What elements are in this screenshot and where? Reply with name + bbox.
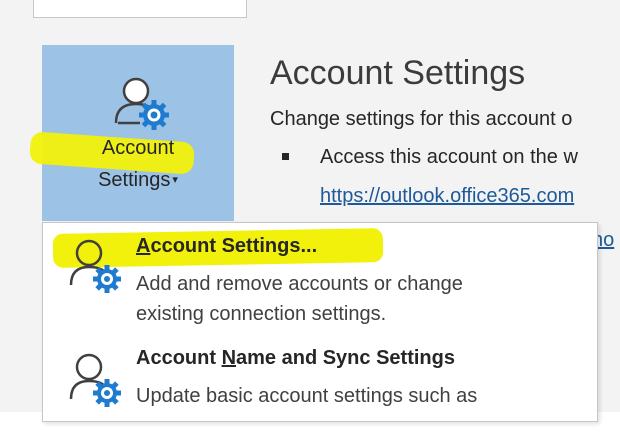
mnemonic-letter: A — [136, 235, 151, 257]
account-settings-button[interactable]: Account Settings ▾ — [29, 45, 234, 221]
account-settings-button-label-text: Settings — [98, 169, 171, 191]
account-settings-heading: Account Settings — [270, 54, 526, 92]
menu-item-title-text: ccount Settings... — [150, 235, 318, 257]
person-gear-icon — [69, 353, 121, 407]
menu-item-description-line1: Add and remove accounts or change — [136, 273, 463, 295]
outlook-web-link[interactable]: https://outlook.office365.com — [320, 185, 574, 208]
menu-item-title: Account Name and Sync Settings — [136, 347, 455, 370]
menu-item-title-text: ame and Sync Settings — [236, 347, 455, 369]
top-panel-edge — [33, 0, 247, 18]
access-account-text: Access this account on the w — [320, 146, 578, 168]
account-settings-dropdown: Account Settings... Add and remove accou… — [42, 222, 598, 422]
menu-item-title-text: Account — [136, 347, 222, 369]
menu-item-title: Account Settings... — [136, 235, 317, 258]
bullet-icon — [282, 153, 289, 160]
menu-item-account-settings[interactable]: Account Settings... Add and remove accou… — [43, 223, 597, 325]
person-gear-icon — [114, 77, 169, 130]
account-settings-button-label-line1: Account — [101, 137, 175, 159]
menu-item-account-name-sync[interactable]: Account Name and Sync Settings Update ba… — [43, 335, 597, 435]
chevron-down-icon: ▾ — [172, 174, 178, 186]
menu-item-description-line2: existing connection settings. — [136, 303, 387, 325]
person-gear-icon — [69, 239, 121, 293]
menu-item-description-line1: Update basic account settings such as — [136, 385, 478, 407]
account-settings-button-label-line2: Settings ▾ — [42, 169, 234, 192]
mnemonic-letter: N — [221, 347, 237, 369]
account-settings-description: Change settings for this account o — [270, 108, 573, 130]
